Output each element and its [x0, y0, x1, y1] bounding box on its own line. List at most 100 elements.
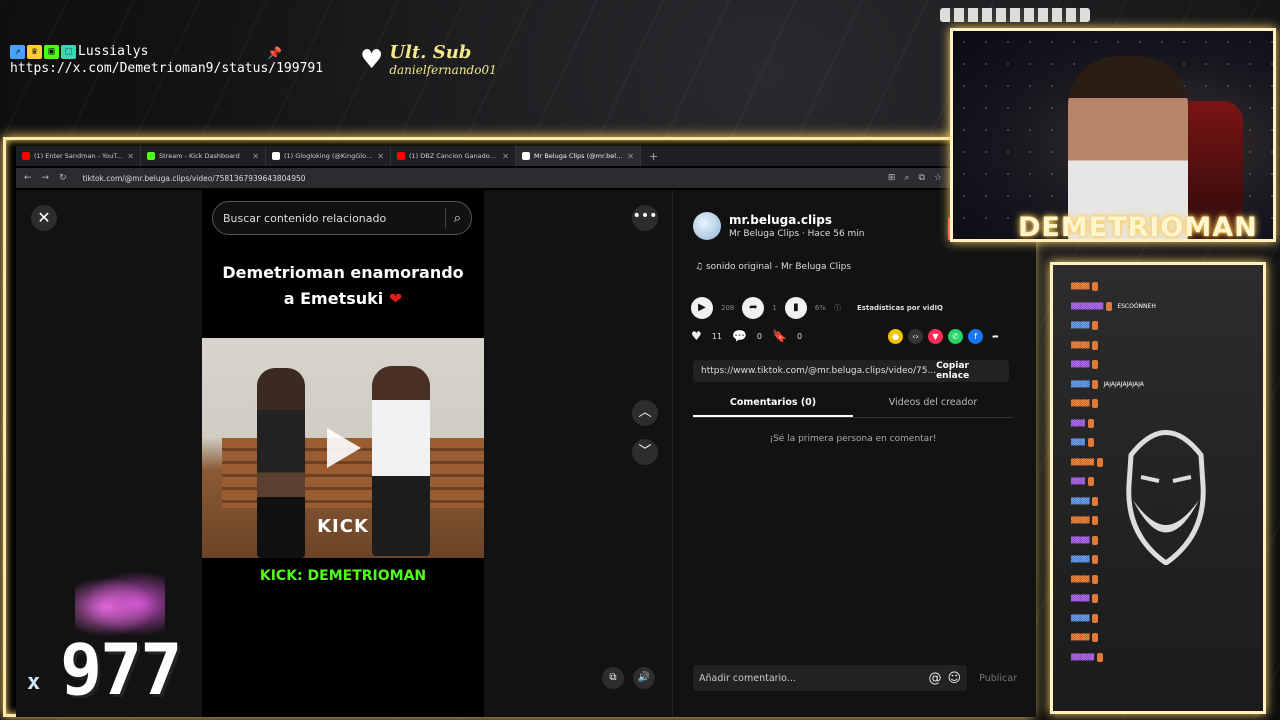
chat-username[interactable]: ▓▓▓▓	[1071, 556, 1089, 563]
comment-composer: Añadir comentario... @ ☺ Publicar	[693, 665, 1017, 691]
chat-username[interactable]: ▓▓▓▓▓▓▓	[1071, 303, 1103, 310]
link-copy-bar: https://www.tiktok.com/@mr.beluga.clips/…	[693, 360, 1009, 382]
emote-icon	[1092, 633, 1099, 643]
chat-username[interactable]: ▓▓▓▓	[1071, 342, 1089, 349]
chat-username[interactable]: ▓▓▓▓	[1071, 595, 1089, 602]
chat-username[interactable]: ▓▓▓▓	[1071, 537, 1089, 544]
youtube-icon	[397, 152, 405, 160]
chat-username[interactable]: ▓▓▓▓	[1071, 634, 1089, 641]
chat-message: ▓▓▓▓	[1053, 355, 1263, 375]
emote-icon	[1097, 652, 1104, 662]
chat-username[interactable]: ▓▓▓▓	[1071, 361, 1089, 368]
chat-username[interactable]: ▓▓▓	[1071, 478, 1085, 485]
chat-username[interactable]: ▓▓▓	[1071, 420, 1085, 427]
tab-comments[interactable]: Comentarios (0)	[693, 392, 853, 417]
bearded-face-logo	[1126, 430, 1206, 565]
browser-tab-active[interactable]: Mr Beluga Clips (@mr.beluga.c ✕	[516, 146, 641, 166]
tab-bar: (1) Enter Sandman - YouTube ✕ Stream - K…	[16, 146, 950, 166]
bookmark-star-icon[interactable]: ☆	[934, 173, 942, 183]
chat-username[interactable]: ▓▓▓▓	[1071, 615, 1089, 622]
browser-tab[interactable]: Stream - Kick Dashboard ✕	[141, 146, 266, 166]
video-thumbnail[interactable]: KICK	[202, 338, 484, 558]
emoji-icon[interactable]: ☺	[947, 671, 961, 686]
share-icon[interactable]: ➦	[742, 297, 765, 319]
comment-icon[interactable]: 💬	[732, 329, 747, 343]
search-icon[interactable]: ⌕	[454, 211, 461, 226]
play-icon[interactable]	[327, 428, 361, 468]
close-tab-icon[interactable]: ✕	[377, 152, 384, 161]
browser-tab[interactable]: (1) Enter Sandman - YouTube ✕	[16, 146, 141, 166]
save-count: 0	[796, 331, 803, 341]
chevron-down-icon[interactable]: ﹀	[632, 439, 658, 465]
close-tab-icon[interactable]: ✕	[627, 152, 634, 161]
chat-message: ▓▓▓▓	[1053, 277, 1263, 297]
chat-username[interactable]: ▓▓▓▓	[1071, 322, 1089, 329]
play-count-icon[interactable]: ▶	[691, 297, 713, 319]
author-handle[interactable]: mr.beluga.clips	[729, 213, 865, 227]
back-icon[interactable]: ←	[24, 173, 32, 183]
video-link: https://www.tiktok.com/@mr.beluga.clips/…	[701, 366, 937, 376]
tab-creator-videos[interactable]: Videos del creador	[853, 392, 1013, 417]
copy-link-button[interactable]: Copiar enlace	[936, 361, 1001, 381]
cast-icon[interactable]: ⧉	[918, 173, 924, 183]
volume-icon[interactable]: 🔊	[633, 667, 655, 689]
sound-line[interactable]: ♫ sonido original - Mr Beluga Clips	[695, 262, 851, 272]
forward-icon[interactable]: →	[42, 173, 50, 183]
chat-username[interactable]: ▓▓▓▓	[1071, 381, 1089, 388]
browser-tab[interactable]: (1) Glogloking (@KingGloglo) / ✕	[266, 146, 391, 166]
coin-icon[interactable]: ●	[888, 329, 903, 344]
send-icon[interactable]: ▼	[928, 329, 943, 344]
percent: 6%	[814, 304, 826, 312]
zoom-icon[interactable]: ⌕	[904, 173, 909, 183]
stats-icon[interactable]: ▮	[784, 297, 807, 319]
mention-icon[interactable]: @	[928, 671, 941, 686]
pip-icon[interactable]: ⧉	[602, 667, 624, 689]
translate-icon[interactable]: ⊞	[888, 173, 896, 183]
avatar[interactable]	[693, 212, 721, 240]
like-count: 11	[711, 331, 722, 341]
chevron-up-icon[interactable]: ︿	[632, 400, 658, 426]
browser-tab[interactable]: (1) DBZ Cancion Ganador - You ✕	[391, 146, 516, 166]
chat-username[interactable]: ▓▓▓▓▓	[1071, 459, 1094, 466]
chat-username[interactable]: ▓▓▓▓	[1071, 400, 1089, 407]
emote-icon	[1092, 555, 1099, 565]
chat-username[interactable]: ▓▓▓	[1071, 439, 1085, 446]
close-tab-icon[interactable]: ✕	[502, 152, 509, 161]
comment-input[interactable]: Añadir comentario... @ ☺	[693, 665, 967, 691]
chat-username[interactable]: ▓▓▓▓	[1071, 576, 1089, 583]
url-field[interactable]: tiktok.com/@mr.beluga.clips/video/758136…	[83, 174, 306, 183]
whatsapp-icon[interactable]: ✆	[948, 329, 963, 344]
emote-icon	[1092, 496, 1099, 506]
close-tab-icon[interactable]: ✕	[252, 152, 259, 161]
forward-share-icon[interactable]: ➦	[988, 329, 1003, 344]
emote-icon	[1092, 282, 1099, 292]
reload-icon[interactable]: ↻	[59, 173, 67, 183]
chat-username[interactable]: ▓▓▓▓▓	[1071, 654, 1094, 661]
chat-username[interactable]: ▓▓▓▓	[1071, 498, 1089, 505]
more-options-icon[interactable]: •••	[632, 205, 658, 231]
chat-text: JAJAJAJAJAJAJA	[1103, 380, 1144, 388]
chat-username[interactable]: ▓▓▓▓	[1071, 283, 1089, 290]
chat-panel: ▓▓▓▓ ▓▓▓▓▓▓▓ ESCOÓNNEH ▓▓▓▓ ▓▓▓▓ ▓▓▓▓ ▓▓▓▓ JAJA…	[1050, 262, 1266, 714]
close-icon[interactable]: ✕	[31, 205, 57, 231]
embed-icon[interactable]: ‹›	[908, 329, 923, 344]
panel-tabs: Comentarios (0) Videos del creador	[693, 392, 1013, 418]
address-bar: ← → ↻ tiktok.com/@mr.beluga.clips/video/…	[16, 168, 950, 188]
search-input[interactable]: Buscar contenido relacionado ⌕	[212, 201, 472, 235]
video-player[interactable]: Buscar contenido relacionado ⌕ Demetriom…	[202, 190, 484, 717]
publish-button[interactable]: Publicar	[979, 673, 1017, 684]
author-block[interactable]: mr.beluga.clips Mr Beluga Clips · Hace 5…	[693, 212, 865, 240]
emote-icon	[1092, 379, 1099, 389]
bookmark-icon[interactable]: 🔖	[772, 329, 787, 343]
facebook-icon[interactable]: f	[968, 329, 983, 344]
like-icon[interactable]: ♥	[691, 329, 702, 343]
overlay-link: https://x.com/Demetrioman9/status/199791	[10, 61, 324, 76]
comment-count: 0	[756, 331, 762, 341]
chat-username[interactable]: ▓▓▓▓	[1071, 517, 1089, 524]
close-tab-icon[interactable]: ✕	[127, 152, 134, 161]
emote-icon	[1092, 535, 1099, 545]
chat-message: ▓▓▓▓	[1053, 336, 1263, 356]
kick-watermark: KICK	[317, 516, 369, 537]
badge-icon: ⇗	[10, 44, 25, 59]
new-tab-icon[interactable]: +	[641, 150, 666, 163]
